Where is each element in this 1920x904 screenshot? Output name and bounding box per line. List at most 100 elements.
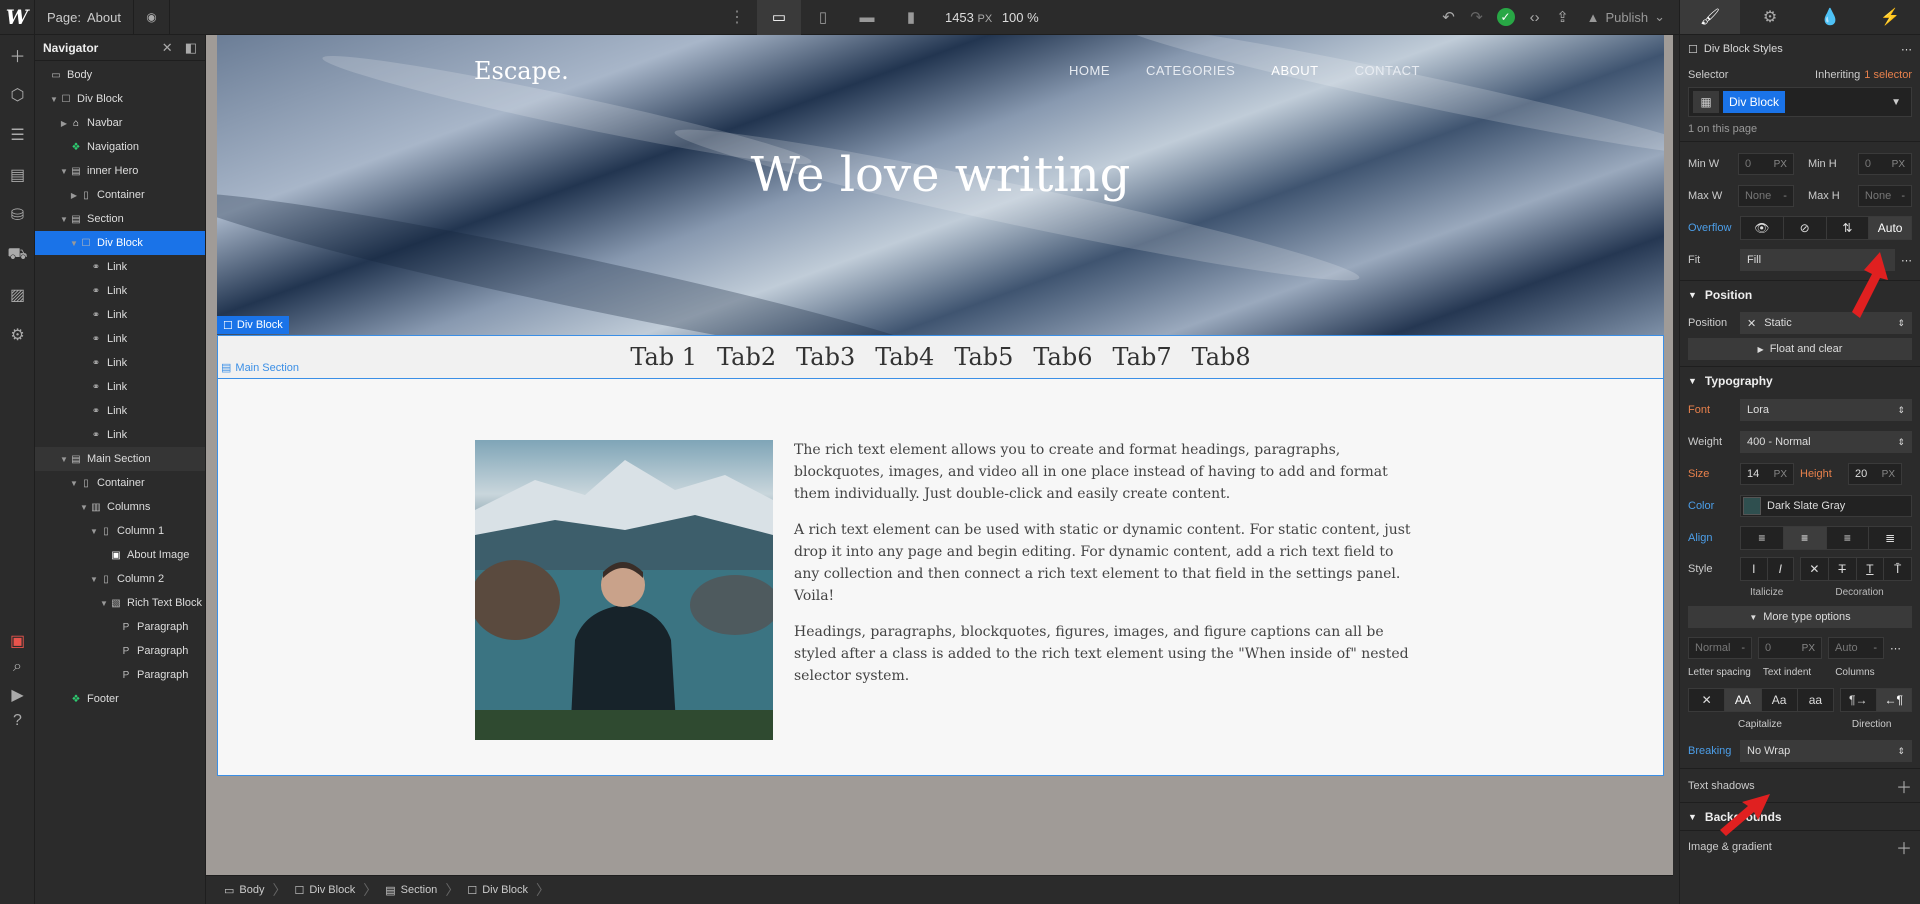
- more-options-icon[interactable]: ⋮: [725, 7, 749, 27]
- navigator-item[interactable]: ▶ ⌂ Navbar: [35, 111, 205, 135]
- navigator-item[interactable]: ⚭ Link: [35, 399, 205, 423]
- navigator-item[interactable]: ▭ Body: [35, 63, 205, 87]
- navigator-item[interactable]: ▼ ▤ inner Hero: [35, 159, 205, 183]
- publish-button[interactable]: ▲ Publish ⌄: [1577, 0, 1679, 35]
- settings-gear-icon[interactable]: ⚙: [0, 315, 35, 355]
- style-brush-icon[interactable]: 🖌: [1680, 0, 1740, 34]
- hero-title[interactable]: We love writing: [217, 147, 1664, 203]
- decoration-none-icon[interactable]: ✕: [1801, 558, 1829, 580]
- float-clear-button[interactable]: ▶ Float and clear: [1688, 338, 1912, 360]
- font-select[interactable]: Lora ⇕: [1740, 399, 1912, 421]
- tab-link[interactable]: Tab5: [954, 343, 1013, 371]
- breadcrumb-item[interactable]: ☐ Div Block: [286, 884, 363, 897]
- navigator-item[interactable]: ▼ ▧ Rich Text Block: [35, 591, 205, 615]
- caret-right-icon[interactable]: ▶: [69, 191, 79, 200]
- navigator-item[interactable]: ▼ ▯ Column 2: [35, 567, 205, 591]
- overline-icon[interactable]: T̄: [1884, 558, 1911, 580]
- caret-down-icon[interactable]: ▼: [99, 599, 109, 608]
- add-text-shadow-icon[interactable]: ＋: [1896, 774, 1912, 798]
- more-type-options-button[interactable]: ▼ More type options: [1688, 606, 1912, 628]
- overflow-scroll-icon[interactable]: ⇅: [1827, 217, 1870, 239]
- caret-right-icon[interactable]: ▶: [59, 119, 69, 128]
- navigator-item[interactable]: ⚭ Link: [35, 303, 205, 327]
- color-input[interactable]: Dark Slate Gray: [1740, 495, 1912, 517]
- rich-text-block[interactable]: The rich text element allows you to crea…: [794, 439, 1414, 701]
- selector-chip[interactable]: Div Block: [1723, 91, 1786, 113]
- lowercase-option[interactable]: aa: [1798, 689, 1833, 711]
- min-w-input[interactable]: 0 PX: [1737, 153, 1794, 175]
- navigator-item[interactable]: ▼ ☐ Div Block: [35, 231, 205, 255]
- help-icon[interactable]: ?: [0, 701, 35, 741]
- navigator-item[interactable]: ⚭ Link: [35, 423, 205, 447]
- navigator-item[interactable]: ▼ ☐ Div Block: [35, 87, 205, 111]
- italic-on-icon[interactable]: I: [1768, 558, 1794, 580]
- color-swatch[interactable]: [1743, 497, 1761, 515]
- navigator-item[interactable]: P Paragraph: [35, 615, 205, 639]
- navigator-item[interactable]: ⚭ Link: [35, 375, 205, 399]
- more-icon[interactable]: ⋯: [1890, 642, 1901, 655]
- navigator-item[interactable]: ⚭ Link: [35, 327, 205, 351]
- rtl-direction-icon[interactable]: ←¶: [1876, 689, 1911, 711]
- text-indent-input[interactable]: 0 PX: [1758, 637, 1822, 659]
- navigator-item[interactable]: ⚭ Link: [35, 351, 205, 375]
- tab-link[interactable]: Tab3: [796, 343, 855, 371]
- designer-canvas[interactable]: Escape. HOME CATEGORIES ABOUT CONTACT We…: [206, 35, 1673, 875]
- navigator-item[interactable]: ▼ ▥ Columns: [35, 495, 205, 519]
- export-icon[interactable]: ⇪: [1549, 0, 1577, 35]
- style-manager-drops-icon[interactable]: 💧: [1800, 0, 1860, 34]
- min-h-input[interactable]: 0 PX: [1857, 153, 1912, 175]
- mobile-landscape-icon[interactable]: ▬: [845, 0, 889, 35]
- caret-down-icon[interactable]: ▼: [59, 167, 69, 176]
- breadcrumb-item[interactable]: ▤ Section: [377, 884, 445, 897]
- dropdown-caret-icon[interactable]: ▼: [1891, 97, 1901, 108]
- tablet-icon[interactable]: ▯: [801, 0, 845, 35]
- navigator-item[interactable]: ⚭ Link: [35, 279, 205, 303]
- align-left-icon[interactable]: ≡: [1741, 527, 1784, 549]
- tabs-div-block[interactable]: Tab 1 Tab2 Tab3 Tab4 Tab5 Tab6 Tab7 Tab8: [217, 335, 1664, 379]
- redo-icon[interactable]: ↷: [1463, 0, 1491, 35]
- nav-link-home[interactable]: HOME: [1069, 63, 1110, 78]
- add-background-icon[interactable]: ＋: [1896, 835, 1912, 859]
- about-image[interactable]: [475, 440, 773, 740]
- caret-down-icon[interactable]: ▼: [69, 239, 79, 248]
- paragraph[interactable]: The rich text element allows you to crea…: [794, 439, 1414, 505]
- interactions-bolt-icon[interactable]: ⚡: [1860, 0, 1920, 34]
- navigator-item[interactable]: ⚭ Link: [35, 255, 205, 279]
- uppercase-option[interactable]: AA: [1725, 689, 1762, 711]
- caret-down-icon[interactable]: ▼: [89, 527, 99, 536]
- caret-down-icon[interactable]: ▼: [59, 215, 69, 224]
- tab-link[interactable]: Tab4: [875, 343, 934, 371]
- align-justify-icon[interactable]: ≣: [1869, 527, 1911, 549]
- tab-link[interactable]: Tab 1: [630, 343, 697, 371]
- navigator-icon[interactable]: ☰: [0, 115, 35, 155]
- add-icon[interactable]: ＋: [0, 35, 35, 75]
- navigator-item[interactable]: P Paragraph: [35, 663, 205, 687]
- navigator-item[interactable]: ▣ About Image: [35, 543, 205, 567]
- navigator-item[interactable]: P Paragraph: [35, 639, 205, 663]
- selector-type-icon[interactable]: ▦: [1693, 91, 1719, 113]
- weight-select[interactable]: 400 - Normal ⇕: [1740, 431, 1912, 453]
- cms-icon[interactable]: ⛁: [0, 195, 35, 235]
- caret-down-icon[interactable]: ▼: [49, 95, 59, 104]
- checkbox-icon[interactable]: ☐: [1688, 43, 1698, 56]
- mobile-portrait-icon[interactable]: ▮: [889, 0, 933, 35]
- pages-icon[interactable]: ▤: [0, 155, 35, 195]
- tab-link[interactable]: Tab6: [1033, 343, 1092, 371]
- tab-link[interactable]: Tab2: [717, 343, 776, 371]
- align-right-icon[interactable]: ≡: [1827, 527, 1870, 549]
- caret-down-icon[interactable]: ▼: [59, 455, 69, 464]
- inner-hero[interactable]: Escape. HOME CATEGORIES ABOUT CONTACT We…: [217, 35, 1664, 335]
- navigator-item[interactable]: ▼ ▯ Container: [35, 471, 205, 495]
- capitalize-none-icon[interactable]: ✕: [1689, 689, 1726, 711]
- max-w-input[interactable]: None -: [1737, 185, 1794, 207]
- max-h-input[interactable]: None -: [1857, 185, 1912, 207]
- backgrounds-section-header[interactable]: ▼ Backgrounds: [1680, 802, 1920, 830]
- page-selector[interactable]: Page: About: [35, 0, 134, 35]
- breaking-select[interactable]: No Wrap ⇕: [1740, 740, 1912, 762]
- navigator-item[interactable]: ▼ ▯ Column 1: [35, 519, 205, 543]
- navigator-item[interactable]: ❖ Navigation: [35, 135, 205, 159]
- element-settings-gear-icon[interactable]: ⚙: [1740, 0, 1800, 34]
- typography-section-header[interactable]: ▼ Typography: [1680, 366, 1920, 394]
- paragraph[interactable]: Headings, paragraphs, blockquotes, figur…: [794, 621, 1414, 687]
- navigator-item[interactable]: ❖ Footer: [35, 687, 205, 711]
